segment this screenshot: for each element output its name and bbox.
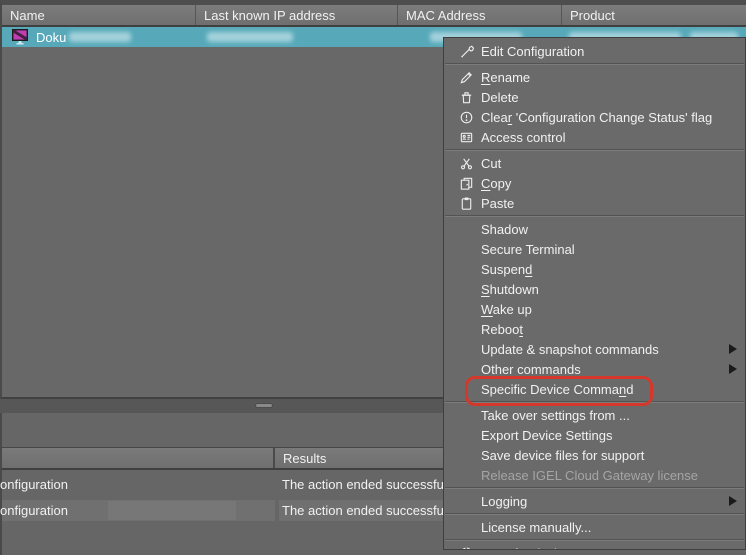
- menu-item-icon-spacer: [456, 447, 476, 463]
- menu-item-export-device-settings[interactable]: Export Device Settings: [444, 425, 745, 445]
- menu-item-shutdown[interactable]: Shutdown: [444, 279, 745, 299]
- menu-separator: [445, 149, 744, 151]
- menu-item-icon-spacer: [456, 381, 476, 397]
- menu-item-label: License manually...: [481, 520, 591, 535]
- device-table-header: Name Last known IP address MAC Address P…: [2, 5, 746, 27]
- menu-item-take-over-settings-from[interactable]: Take over settings from ...: [444, 405, 745, 425]
- device-name: Doku: [36, 30, 66, 45]
- menu-item-icon-spacer: [456, 361, 476, 377]
- menu-item-access-control[interactable]: Access control: [444, 127, 745, 147]
- menu-item-label: Secure Terminal: [481, 242, 575, 257]
- menu-item-label: Access control: [481, 130, 566, 145]
- context-menu: Edit Configuration Rename Delete Clear 'Con…: [443, 37, 746, 550]
- menu-item-copy[interactable]: Copy: [444, 173, 745, 193]
- menu-item-icon-spacer: [456, 241, 476, 257]
- menu-item-rename[interactable]: Rename: [444, 67, 745, 87]
- column-header-ip[interactable]: Last known IP address: [196, 5, 398, 25]
- menu-item-clear-configuration-change-status-flag[interactable]: Clear 'Configuration Change Status' flag: [444, 107, 745, 127]
- menu-item-specific-device-command[interactable]: Specific Device Command: [444, 379, 745, 399]
- result-message-cell: The action ended successfull: [282, 503, 443, 518]
- menu-item-save-device-files-for-support[interactable]: Save device files for support: [444, 445, 745, 465]
- scissors-icon: [456, 155, 476, 171]
- menu-item-label: Other commands: [481, 362, 581, 377]
- redacted-ip-address: [207, 32, 293, 42]
- menu-item-icon-spacer: [456, 467, 476, 483]
- menu-item-icon-spacer: [456, 221, 476, 237]
- menu-item-icon-spacer: [456, 427, 476, 443]
- menu-item-icon-spacer: [456, 261, 476, 277]
- column-header-mac[interactable]: MAC Address: [398, 5, 562, 25]
- menu-separator: [445, 513, 744, 515]
- menu-item-update-snapshot-commands[interactable]: Update & snapshot commands: [444, 339, 745, 359]
- copy-icon: [456, 175, 476, 191]
- menu-item-label: Update & snapshot commands: [481, 342, 659, 357]
- menu-item-icon-spacer: [456, 519, 476, 535]
- menu-item-release-igel-cloud-gateway-license: Release IGEL Cloud Gateway license: [444, 465, 745, 485]
- trash-icon: [456, 89, 476, 105]
- menu-item-label: Save device files for support: [481, 448, 644, 463]
- menu-item-icon-spacer: [456, 321, 476, 337]
- menu-item-shadow[interactable]: Shadow: [444, 219, 745, 239]
- id-card-icon: [456, 129, 476, 145]
- menu-item-icon-spacer: [456, 341, 476, 357]
- menu-separator: [445, 539, 744, 541]
- menu-item-license-manually[interactable]: License manually...: [444, 517, 745, 537]
- menu-item-label: Cut: [481, 156, 501, 171]
- menu-item-label: Delete: [481, 90, 519, 105]
- menu-item-label: Shadow: [481, 222, 528, 237]
- result-task-cell: onfiguration: [0, 503, 270, 518]
- menu-item-label: Scan for devices: [481, 546, 577, 551]
- menu-item-edit-configuration[interactable]: Edit Configuration: [444, 41, 745, 61]
- menu-item-label: Release IGEL Cloud Gateway license: [481, 468, 698, 483]
- menu-item-other-commands[interactable]: Other commands: [444, 359, 745, 379]
- menu-item-label: Wake up: [481, 302, 532, 317]
- menu-separator: [445, 487, 744, 489]
- menu-item-icon-spacer: [456, 407, 476, 423]
- column-header-product[interactable]: Product: [562, 5, 746, 25]
- redacted-device-name: [69, 32, 131, 42]
- menu-item-label: Take over settings from ...: [481, 408, 630, 423]
- menu-item-label: Export Device Settings: [481, 428, 613, 443]
- menu-item-label: Reboot: [481, 322, 523, 337]
- menu-item-paste[interactable]: Paste: [444, 193, 745, 213]
- menu-item-label: Rename: [481, 70, 530, 85]
- result-message-cell: The action ended successfull: [282, 477, 443, 492]
- submenu-arrow-icon: [729, 344, 737, 354]
- wrench-icon: [456, 43, 476, 59]
- menu-item-label: Suspend: [481, 262, 532, 277]
- menu-item-secure-terminal[interactable]: Secure Terminal: [444, 239, 745, 259]
- menu-item-suspend[interactable]: Suspend: [444, 259, 745, 279]
- menu-item-icon-spacer: [456, 301, 476, 317]
- menu-item-reboot[interactable]: Reboot: [444, 319, 745, 339]
- splitter-grip-icon[interactable]: [255, 403, 273, 408]
- menu-separator: [445, 215, 744, 217]
- menu-item-icon-spacer: [456, 281, 476, 297]
- radar-icon: [456, 545, 476, 550]
- menu-item-cut[interactable]: Cut: [444, 153, 745, 173]
- menu-item-label: Shutdown: [481, 282, 539, 297]
- alert-icon: [456, 109, 476, 125]
- result-task-cell: onfiguration: [0, 477, 270, 492]
- menu-item-delete[interactable]: Delete: [444, 87, 745, 107]
- menu-item-label: Paste: [481, 196, 514, 211]
- menu-item-icon-spacer: [456, 493, 476, 509]
- pencil-icon: [456, 69, 476, 85]
- submenu-arrow-icon: [729, 364, 737, 374]
- menu-item-scan-for-devices[interactable]: Scan for devices: [444, 543, 745, 550]
- thin-client-monitor-icon: [12, 29, 29, 45]
- submenu-arrow-icon: [729, 496, 737, 506]
- menu-item-logging[interactable]: Logging: [444, 491, 745, 511]
- menu-item-label: Logging: [481, 494, 527, 509]
- column-header-task[interactable]: [2, 448, 275, 468]
- column-header-name[interactable]: Name: [2, 5, 196, 25]
- menu-item-label: Edit Configuration: [481, 44, 584, 59]
- menu-separator: [445, 63, 744, 65]
- menu-item-label: Copy: [481, 176, 511, 191]
- menu-item-label: Clear 'Configuration Change Status' flag: [481, 110, 712, 125]
- menu-item-wake-up[interactable]: Wake up: [444, 299, 745, 319]
- clipboard-icon: [456, 195, 476, 211]
- menu-separator: [445, 401, 744, 403]
- menu-item-label: Specific Device Command: [481, 382, 633, 397]
